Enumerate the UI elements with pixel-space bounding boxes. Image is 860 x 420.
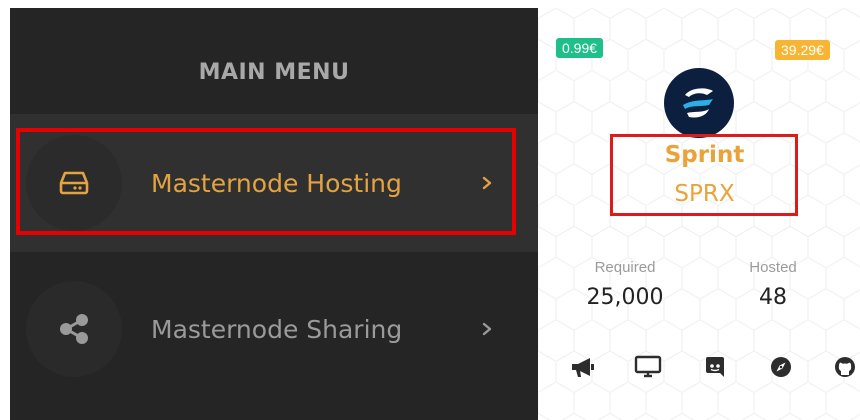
coin-ticker: SPRX xyxy=(674,181,735,207)
explorer-icon[interactable] xyxy=(766,352,796,382)
price-badge-low: 0.99€ xyxy=(556,38,604,58)
coin-card[interactable]: 0.99€ 39.29€ Sprint SPRX Required 25,000… xyxy=(538,8,860,420)
hosted-value: 48 xyxy=(759,285,787,310)
sidebar-item-label: Masternode Hosting xyxy=(151,168,402,198)
megaphone-icon[interactable] xyxy=(568,352,598,382)
chevron-right-icon xyxy=(480,176,494,190)
required-value: 25,000 xyxy=(586,285,664,310)
price-badge-high: 39.29€ xyxy=(775,40,830,60)
sidebar-item-masternode-sharing[interactable]: Masternode Sharing xyxy=(10,254,538,404)
share-icon xyxy=(26,281,122,377)
chevron-right-icon xyxy=(480,322,494,336)
coin-name: Sprint xyxy=(664,142,745,168)
server-icon xyxy=(26,135,122,231)
github-icon[interactable] xyxy=(830,352,860,382)
monitor-icon[interactable] xyxy=(633,352,663,382)
hosted-label: Hosted xyxy=(749,259,797,276)
main-menu-sidebar: MAIN MENU Masternode Hosting Masternode … xyxy=(10,8,538,420)
discord-icon[interactable] xyxy=(700,352,730,382)
sprint-logo-icon xyxy=(664,68,734,138)
sidebar-item-label: Masternode Sharing xyxy=(151,314,403,344)
required-label: Required xyxy=(594,259,656,276)
sidebar-item-masternode-hosting[interactable]: Masternode Hosting xyxy=(10,114,538,252)
main-menu-heading: MAIN MENU xyxy=(198,60,350,85)
